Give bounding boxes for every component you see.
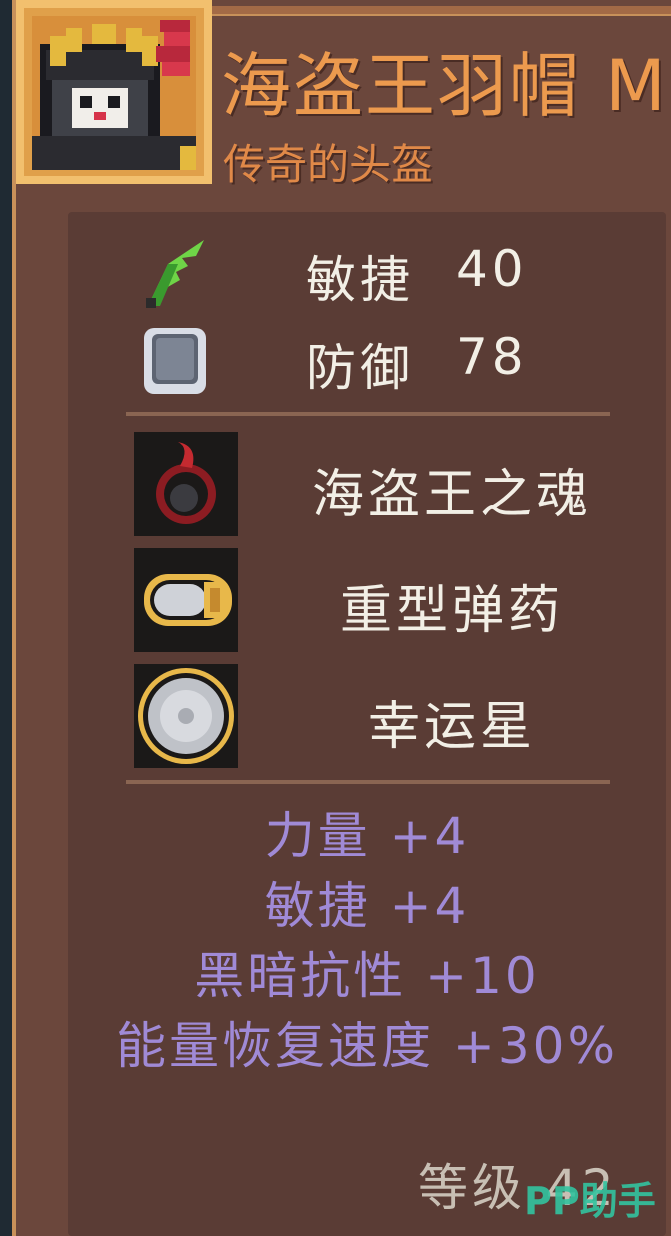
pirate-soul-icon <box>134 432 238 536</box>
lucky-star-icon <box>134 664 238 768</box>
item-rarity: 传奇的头盔 <box>223 140 434 189</box>
stat-row-defense: 防御 78 <box>68 322 666 402</box>
bonus-stat: 能量恢复速度 +30% <box>116 1017 618 1075</box>
heavy-ammo-icon <box>134 548 238 652</box>
stat-value: 40 <box>456 240 528 298</box>
skill-name: 幸运星 <box>367 697 536 757</box>
item-name: 海盗王羽帽 M <box>221 45 668 127</box>
stat-label: 防御 <box>306 339 414 397</box>
item-portrait <box>16 0 212 184</box>
skill-name: 海盗王之魂 <box>311 465 592 525</box>
skill-row[interactable]: 幸运星 <box>68 664 666 768</box>
bonus-stat: 黑暗抗性 +10 <box>194 947 540 1005</box>
item-stats-panel: 敏捷 40 防御 78 海盗王之魂 重型弹药 幸运星 力量 +4 敏捷 +4 黑… <box>68 212 666 1236</box>
skill-name: 重型弹药 <box>339 581 564 641</box>
stat-label: 敏捷 <box>306 251 414 309</box>
skill-row[interactable]: 海盗王之魂 <box>68 432 666 536</box>
bonus-stat: 敏捷 +4 <box>264 877 470 935</box>
item-tooltip-card: 海盗王羽帽 M 传奇的头盔 敏捷 40 防御 78 海盗王之魂 重型弹药 幸运星… <box>12 0 671 1236</box>
divider <box>126 780 610 784</box>
card-top-border <box>212 6 671 16</box>
bonus-stat: 力量 +4 <box>264 807 470 865</box>
agility-leaf-icon <box>138 236 212 310</box>
stat-value: 78 <box>456 328 528 386</box>
pirate-king-hat-icon <box>32 16 196 170</box>
divider <box>126 412 610 416</box>
stat-row-agility: 敏捷 40 <box>68 234 666 314</box>
skill-row[interactable]: 重型弹药 <box>68 548 666 652</box>
watermark: PP助手 <box>524 1179 656 1223</box>
defense-shield-icon <box>138 324 212 398</box>
